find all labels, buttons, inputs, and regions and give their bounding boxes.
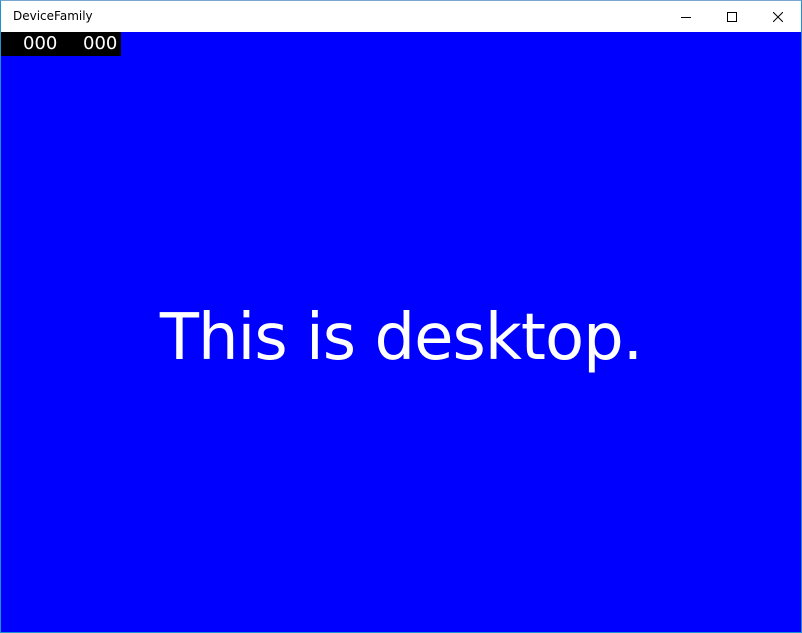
title-bar[interactable]: DeviceFamily bbox=[1, 1, 801, 32]
frame-counter-left-value: 000 bbox=[23, 33, 58, 54]
close-button[interactable] bbox=[755, 1, 801, 32]
frame-counter-right-value: 000 bbox=[83, 33, 118, 54]
window-title: DeviceFamily bbox=[13, 9, 93, 23]
app-window: DeviceFamily 000 000 This is desktop. bbox=[0, 0, 802, 633]
minimize-icon bbox=[681, 7, 691, 26]
close-icon bbox=[772, 7, 784, 26]
frame-rate-counter: 000 000 bbox=[1, 32, 121, 56]
app-content: 000 000 This is desktop. bbox=[1, 32, 801, 632]
minimize-button[interactable] bbox=[663, 1, 709, 32]
maximize-icon bbox=[727, 7, 737, 26]
device-family-message: This is desktop. bbox=[159, 301, 643, 375]
maximize-button[interactable] bbox=[709, 1, 755, 32]
